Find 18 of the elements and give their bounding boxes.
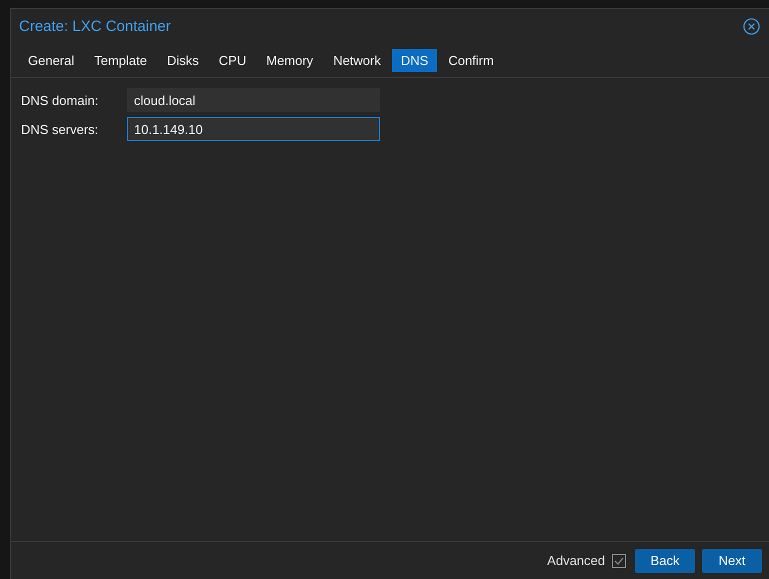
field-label: DNS domain: <box>21 92 100 108</box>
close-icon[interactable] <box>743 18 760 34</box>
text-field[interactable]: 10.1.149.10 <box>127 117 380 141</box>
tab[interactable]: Memory <box>257 49 322 72</box>
tab[interactable]: Disks <box>158 49 208 72</box>
tab[interactable]: Network <box>324 49 390 72</box>
advanced-label: Advanced <box>547 553 605 568</box>
back-button[interactable]: Back <box>635 548 695 572</box>
next-button[interactable]: Next <box>702 548 762 572</box>
tab[interactable]: DNS <box>392 49 438 72</box>
text-field[interactable]: cloud.local <box>127 88 380 112</box>
tab[interactable]: CPU <box>210 49 256 72</box>
field-label: DNS servers: <box>21 122 100 136</box>
window-title: Create: LXC Container <box>19 18 171 34</box>
tab[interactable]: Confirm <box>439 49 503 72</box>
advanced-checkbox[interactable] <box>612 554 626 568</box>
tab[interactable]: Template <box>85 49 156 72</box>
tab[interactable]: General <box>19 49 84 72</box>
